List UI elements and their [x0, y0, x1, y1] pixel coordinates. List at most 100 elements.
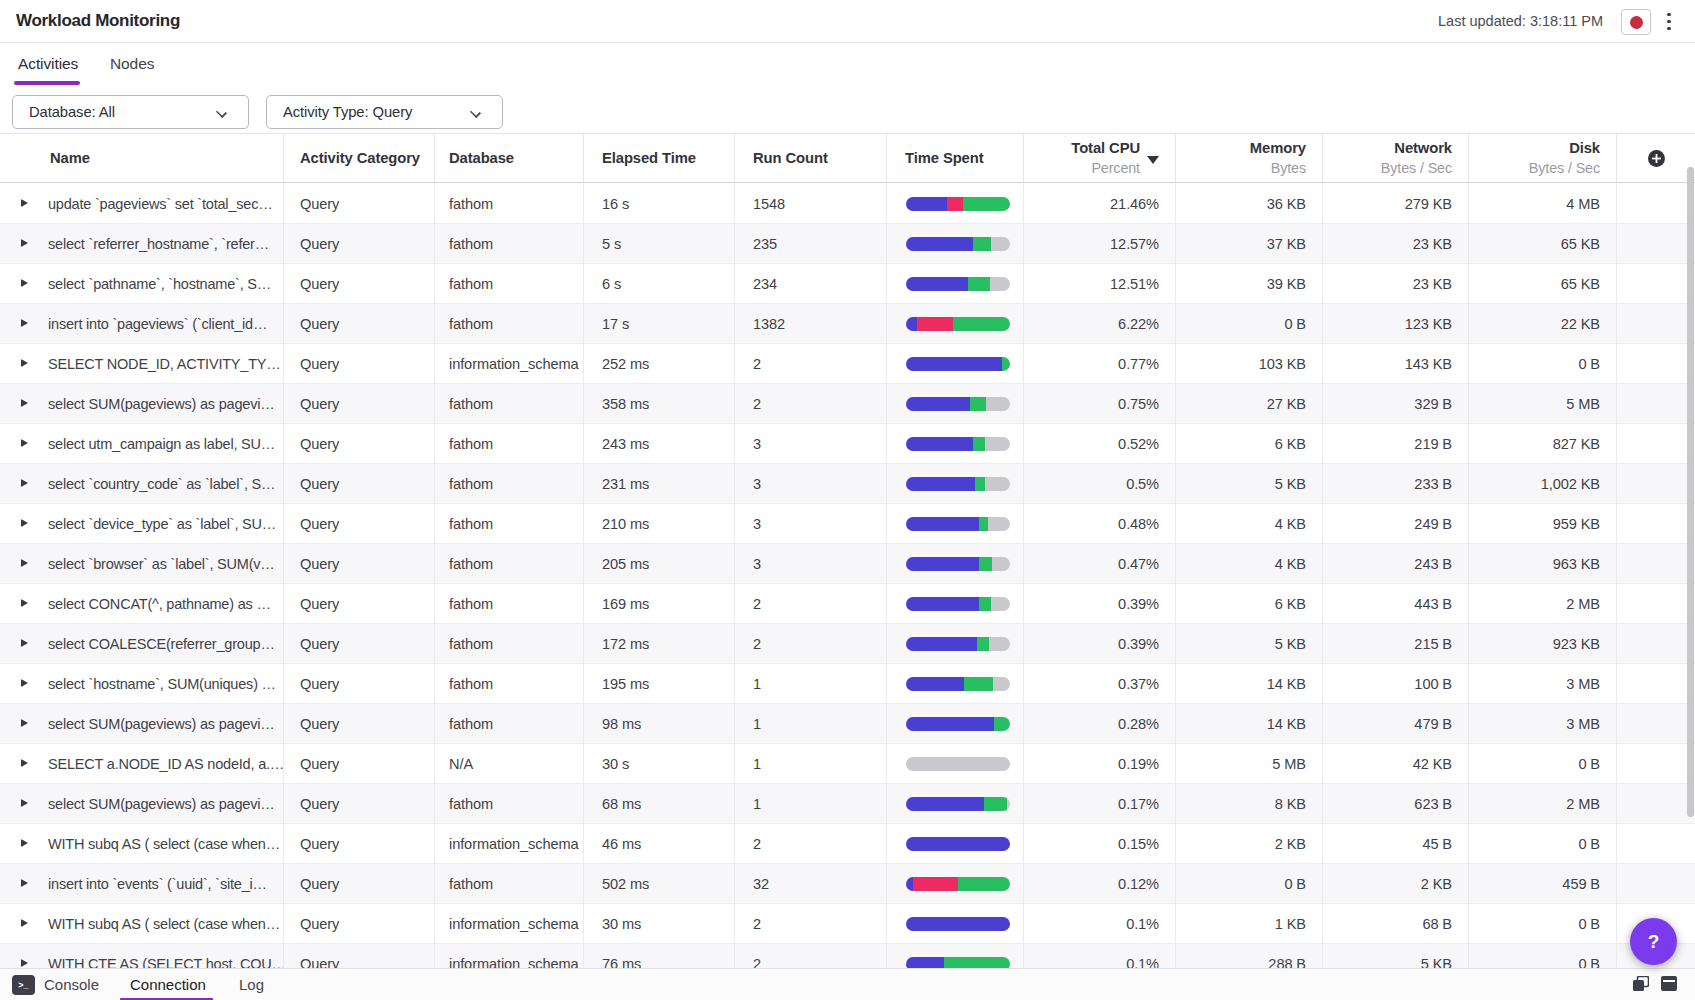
col-header-run-count[interactable]: Run Count — [735, 134, 887, 182]
cell-actions — [1617, 224, 1695, 263]
bottom-bar: >_ Console Connection Log — [0, 968, 1695, 1000]
bottom-tab-console[interactable]: Console — [44, 969, 99, 1000]
cell-total-cpu: 0.28% — [1024, 704, 1176, 743]
query-name-text: insert into `events` (`uuid`, `site_i… — [48, 876, 267, 892]
cell-activity-category: Query — [284, 904, 435, 943]
cell-activity-category: Query — [284, 784, 435, 823]
tab-activities[interactable]: Activities — [18, 50, 78, 78]
top-bar: Workload Monitoring Last updated: 3:18:1… — [0, 0, 1695, 43]
table-row[interactable]: select SUM(pageviews) as pagevi…Queryfat… — [0, 704, 1695, 744]
cell-database: fathom — [435, 304, 584, 343]
terminal-icon[interactable]: >_ — [12, 975, 35, 995]
expand-row-icon[interactable] — [21, 559, 28, 567]
expand-row-icon[interactable] — [21, 479, 28, 487]
expand-row-icon[interactable] — [21, 879, 28, 887]
database-filter-dropdown[interactable]: Database: All — [12, 95, 249, 129]
col-header-activity-category[interactable]: Activity Category — [284, 134, 435, 182]
activity-type-filter-dropdown[interactable]: Activity Type: Query — [266, 95, 503, 129]
expand-row-icon[interactable] — [21, 439, 28, 447]
cell-time-spent — [887, 464, 1024, 503]
time-spent-bar — [906, 517, 1010, 531]
time-spent-bar — [906, 757, 1010, 771]
expand-row-icon[interactable] — [21, 959, 28, 967]
table-row[interactable]: select `device_type` as `label`, SU…Quer… — [0, 504, 1695, 544]
expand-row-icon[interactable] — [21, 319, 28, 327]
cell-database: fathom — [435, 664, 584, 703]
col-header-add-column[interactable] — [1617, 134, 1695, 182]
col-header-name[interactable]: Name — [0, 134, 284, 182]
bottom-tab-connection[interactable]: Connection — [130, 969, 206, 1000]
table-row[interactable]: select `country_code` as `label`, S…Quer… — [0, 464, 1695, 504]
col-header-elapsed-time[interactable]: Elapsed Time — [584, 134, 735, 182]
cell-activity-category: Query — [284, 504, 435, 543]
cell-memory: 6 KB — [1176, 584, 1323, 623]
col-header-time-spent[interactable]: Time Spent — [887, 134, 1024, 182]
expand-row-icon[interactable] — [21, 359, 28, 367]
expand-row-icon[interactable] — [21, 239, 28, 247]
kebab-menu-icon[interactable] — [1662, 8, 1676, 35]
query-name-text: select `pathname`, `hostname`, S… — [48, 276, 271, 292]
table-row[interactable]: select `hostname`, SUM(uniques) …Queryfa… — [0, 664, 1695, 704]
cell-name: insert into `events` (`uuid`, `site_i… — [0, 864, 284, 903]
cell-disk: 65 KB — [1469, 264, 1617, 303]
cell-actions — [1617, 264, 1695, 303]
table-row[interactable]: select `pathname`, `hostname`, S…Queryfa… — [0, 264, 1695, 304]
expand-row-icon[interactable] — [21, 599, 28, 607]
bottom-tab-log[interactable]: Log — [239, 969, 264, 1000]
table-row[interactable]: insert into `events` (`uuid`, `site_i…Qu… — [0, 864, 1695, 904]
expand-panel-icon[interactable] — [1661, 976, 1677, 991]
cell-time-spent — [887, 224, 1024, 263]
cell-time-spent — [887, 184, 1024, 223]
expand-row-icon[interactable] — [21, 799, 28, 807]
last-updated-text: Last updated: 3:18:11 PM — [1438, 13, 1603, 29]
query-name-text: select `country_code` as `label`, S… — [48, 476, 275, 492]
table-row[interactable]: select SUM(pageviews) as pagevi…Queryfat… — [0, 784, 1695, 824]
col-header-database[interactable]: Database — [435, 134, 584, 182]
cell-memory: 6 KB — [1176, 424, 1323, 463]
expand-row-icon[interactable] — [21, 919, 28, 927]
table-row[interactable]: select COALESCE(referrer_group…Queryfath… — [0, 624, 1695, 664]
popout-panel-icon[interactable] — [1633, 976, 1649, 991]
table-row[interactable]: select SUM(pageviews) as pagevi…Queryfat… — [0, 384, 1695, 424]
cell-elapsed-time: 6 s — [584, 264, 735, 303]
expand-row-icon[interactable] — [21, 839, 28, 847]
table-row[interactable]: SELECT NODE_ID, ACTIVITY_TY…Queryinforma… — [0, 344, 1695, 384]
expand-row-icon[interactable] — [21, 519, 28, 527]
table-row[interactable]: select `referrer_hostname`, `refer…Query… — [0, 224, 1695, 264]
table-row[interactable]: SELECT a.NODE_ID AS nodeId, a.…QueryN/A3… — [0, 744, 1695, 784]
tab-nodes[interactable]: Nodes — [110, 50, 154, 78]
cell-activity-category: Query — [284, 344, 435, 383]
table-row[interactable]: WITH CTE AS (SELECT host, COU…Queryinfor… — [0, 944, 1695, 968]
expand-row-icon[interactable] — [21, 639, 28, 647]
col-header-total-cpu[interactable]: Total CPUPercent — [1024, 134, 1176, 182]
cell-elapsed-time: 46 ms — [584, 824, 735, 863]
add-column-icon[interactable] — [1648, 150, 1665, 167]
expand-row-icon[interactable] — [21, 279, 28, 287]
table-row[interactable]: select utm_campaign as label, SU…Queryfa… — [0, 424, 1695, 464]
expand-row-icon[interactable] — [21, 679, 28, 687]
cell-run-count: 235 — [735, 224, 887, 263]
cell-total-cpu: 0.5% — [1024, 464, 1176, 503]
cell-name: select `country_code` as `label`, S… — [0, 464, 284, 503]
expand-row-icon[interactable] — [21, 719, 28, 727]
expand-row-icon[interactable] — [21, 399, 28, 407]
table-row[interactable]: WITH subq AS ( select (case when…Queryin… — [0, 904, 1695, 944]
table-row[interactable]: insert into `pageviews` (`client_id…Quer… — [0, 304, 1695, 344]
col-header-network[interactable]: NetworkBytes / Sec — [1323, 134, 1469, 182]
expand-row-icon[interactable] — [21, 759, 28, 767]
cell-actions — [1617, 584, 1695, 623]
table-row[interactable]: update `pageviews` set `total_sec…Queryf… — [0, 184, 1695, 224]
help-button[interactable]: ? — [1630, 918, 1677, 965]
table-row[interactable]: select `browser` as `label`, SUM(v…Query… — [0, 544, 1695, 584]
col-header-memory[interactable]: MemoryBytes — [1176, 134, 1323, 182]
col-header-disk[interactable]: DiskBytes / Sec — [1469, 134, 1617, 182]
time-spent-bar — [906, 637, 1010, 651]
time-spent-bar — [906, 677, 1010, 691]
expand-row-icon[interactable] — [21, 199, 28, 207]
time-spent-bar — [906, 877, 1010, 891]
vertical-scrollbar[interactable] — [1687, 167, 1694, 817]
table-row[interactable]: WITH subq AS ( select (case when…Queryin… — [0, 824, 1695, 864]
table-row[interactable]: select CONCAT(^, pathname) as …Queryfath… — [0, 584, 1695, 624]
record-button[interactable] — [1621, 9, 1651, 35]
query-name-text: insert into `pageviews` (`client_id… — [48, 316, 267, 332]
